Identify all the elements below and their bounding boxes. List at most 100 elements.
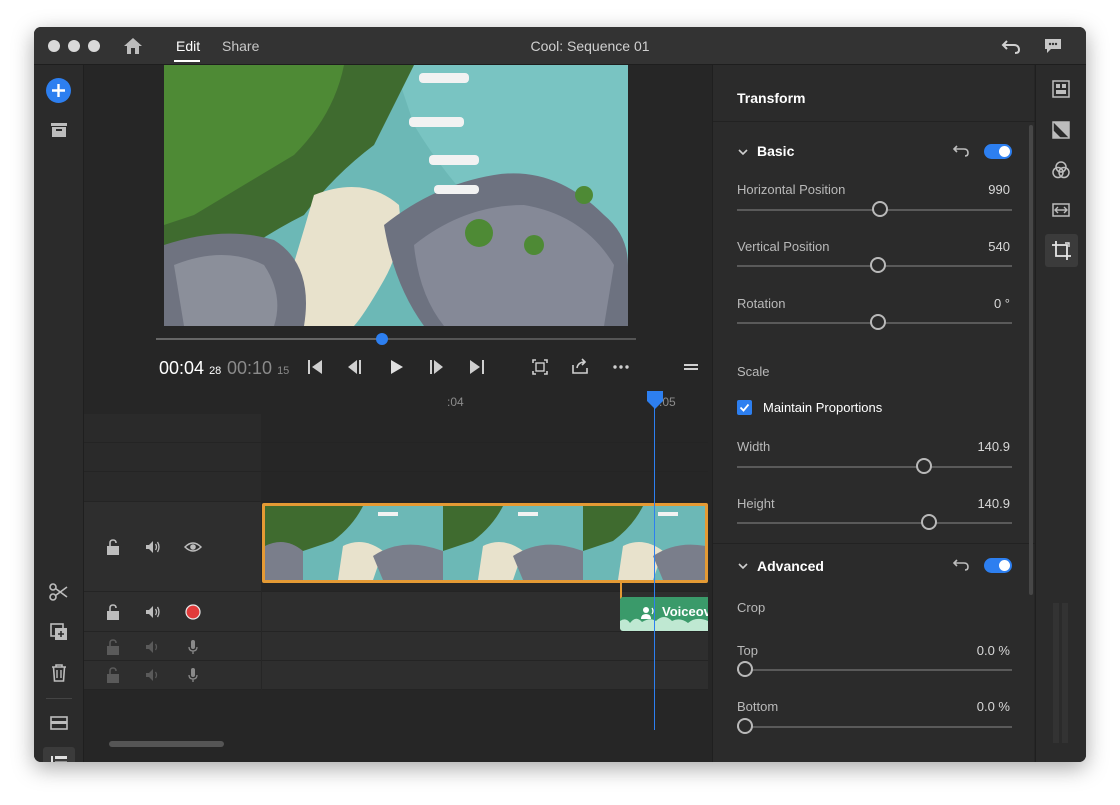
- crop-top-value[interactable]: 0.0 %: [977, 643, 1010, 658]
- feedback-icon[interactable]: [1042, 36, 1064, 56]
- speed-icon[interactable]: [1050, 199, 1072, 221]
- crop-bottom-knob[interactable]: [737, 718, 753, 734]
- reset-icon[interactable]: [951, 142, 971, 160]
- step-back-icon[interactable]: [345, 357, 365, 377]
- video-clip[interactable]: [262, 503, 708, 583]
- speaker-icon[interactable]: [144, 638, 162, 656]
- maintain-proportions-checkbox[interactable]: [737, 400, 752, 415]
- left-toolbar: [34, 65, 84, 762]
- duration-frames: 15: [277, 365, 290, 377]
- play-icon[interactable]: [386, 357, 406, 377]
- crop-bottom-value[interactable]: 0.0 %: [977, 699, 1010, 714]
- edit-clip-icon[interactable]: [1050, 78, 1072, 100]
- project-panel-icon[interactable]: [47, 118, 71, 142]
- advanced-section-title[interactable]: Advanced: [757, 558, 824, 574]
- rotation-knob[interactable]: [870, 314, 887, 330]
- crop-bottom-slider[interactable]: [737, 726, 1012, 728]
- undo-icon[interactable]: [1000, 36, 1022, 56]
- lock-open-icon[interactable]: [104, 538, 122, 556]
- basic-section-title[interactable]: Basic: [757, 143, 794, 159]
- speaker-icon[interactable]: [144, 603, 162, 621]
- trash-icon[interactable]: [47, 661, 71, 685]
- lock-open-icon[interactable]: [104, 666, 122, 684]
- playhead-line: [654, 403, 655, 730]
- step-forward-icon[interactable]: [426, 357, 446, 377]
- audio-track-1-header: [84, 592, 261, 632]
- transform-panel: Transform Basic Horizontal Position 990 …: [712, 65, 1035, 762]
- panel-scrollbar[interactable]: [1029, 125, 1033, 595]
- speaker-icon[interactable]: [144, 538, 162, 556]
- title-bar: Edit Share Cool: Sequence 01: [34, 27, 1086, 65]
- chevron-down-icon[interactable]: [736, 145, 750, 159]
- active-tab-indicator: [174, 60, 200, 62]
- vertical-position-knob[interactable]: [870, 257, 887, 273]
- track-header-empty-3: [84, 472, 261, 502]
- plus-icon: [52, 84, 65, 97]
- scissors-icon[interactable]: [47, 580, 71, 604]
- height-value[interactable]: 140.9: [977, 496, 1010, 511]
- lock-open-icon[interactable]: [104, 603, 122, 621]
- basic-enable-toggle[interactable]: [984, 144, 1012, 159]
- right-toolbar: [1035, 65, 1086, 762]
- collapse-timeline-icon[interactable]: [681, 357, 701, 377]
- voiceover-clip-label: Voiceov: [662, 604, 708, 619]
- transform-tool-button[interactable]: [1045, 234, 1078, 267]
- rotation-value[interactable]: 0 °: [994, 296, 1010, 311]
- duration-timecode: 00:10 15: [227, 358, 289, 379]
- voiceover-clip[interactable]: Voiceov: [620, 597, 708, 631]
- track-header-empty-1: [84, 414, 261, 443]
- advanced-enable-toggle[interactable]: [984, 558, 1012, 573]
- width-slider[interactable]: [737, 466, 1012, 468]
- transitions-icon[interactable]: [1050, 119, 1072, 141]
- current-frames: 28: [209, 365, 222, 377]
- track-header-empty-2: [84, 443, 261, 472]
- crop-bottom-label: Bottom: [737, 699, 779, 714]
- more-options-icon[interactable]: [611, 357, 631, 377]
- track-options-icon[interactable]: [47, 711, 71, 735]
- record-icon[interactable]: [184, 603, 202, 621]
- vertical-position-value[interactable]: 540: [988, 239, 1010, 254]
- chevron-down-icon[interactable]: [736, 559, 750, 573]
- checkmark-icon: [739, 403, 750, 412]
- timeline-scrollbar[interactable]: [109, 741, 224, 747]
- microphone-icon[interactable]: [184, 666, 202, 684]
- add-media-button[interactable]: [46, 78, 71, 103]
- scrub-handle[interactable]: [376, 333, 388, 345]
- maintain-proportions-label[interactable]: Maintain Proportions: [763, 400, 882, 415]
- go-to-end-icon[interactable]: [467, 357, 487, 377]
- reset-icon[interactable]: [951, 556, 971, 574]
- duplicate-icon[interactable]: [47, 620, 71, 644]
- color-icon[interactable]: [1050, 159, 1072, 181]
- horizontal-position-knob[interactable]: [871, 201, 888, 217]
- lock-open-icon[interactable]: [104, 638, 122, 656]
- scale-label: Scale: [737, 364, 770, 379]
- crop-top-knob[interactable]: [737, 661, 753, 677]
- height-slider[interactable]: [737, 522, 1012, 524]
- video-preview[interactable]: [164, 65, 628, 326]
- height-knob[interactable]: [920, 514, 937, 530]
- timeline-view-button[interactable]: [43, 747, 75, 762]
- aerial-lagoon-frame: [164, 65, 628, 326]
- export-frame-icon[interactable]: [570, 357, 590, 377]
- fit-frame-icon[interactable]: [530, 357, 550, 377]
- microphone-icon[interactable]: [184, 638, 202, 656]
- video-track-header: [84, 502, 261, 592]
- vertical-position-label: Vertical Position: [737, 239, 830, 254]
- audio-track-2-lane: [262, 632, 708, 661]
- ruler-label-04: :04: [447, 395, 464, 409]
- width-value[interactable]: 140.9: [977, 439, 1010, 454]
- playhead-handle[interactable]: [647, 391, 663, 409]
- crop-top-slider[interactable]: [737, 669, 1012, 671]
- section-divider: [713, 543, 1035, 544]
- track-lane-empty-2: [262, 443, 708, 472]
- horizontal-position-value[interactable]: 990: [988, 182, 1010, 197]
- go-to-start-icon[interactable]: [305, 357, 325, 377]
- eye-icon[interactable]: [184, 538, 202, 556]
- track-lane-empty-1: [262, 414, 708, 443]
- app-window: Edit Share Cool: Sequence 01 00:04 28 00…: [34, 27, 1086, 762]
- width-knob[interactable]: [915, 458, 932, 474]
- toggle-knob: [999, 146, 1010, 157]
- horizontal-position-label: Horizontal Position: [737, 182, 846, 197]
- audio-track-2-header: [84, 632, 261, 661]
- speaker-icon[interactable]: [144, 666, 162, 684]
